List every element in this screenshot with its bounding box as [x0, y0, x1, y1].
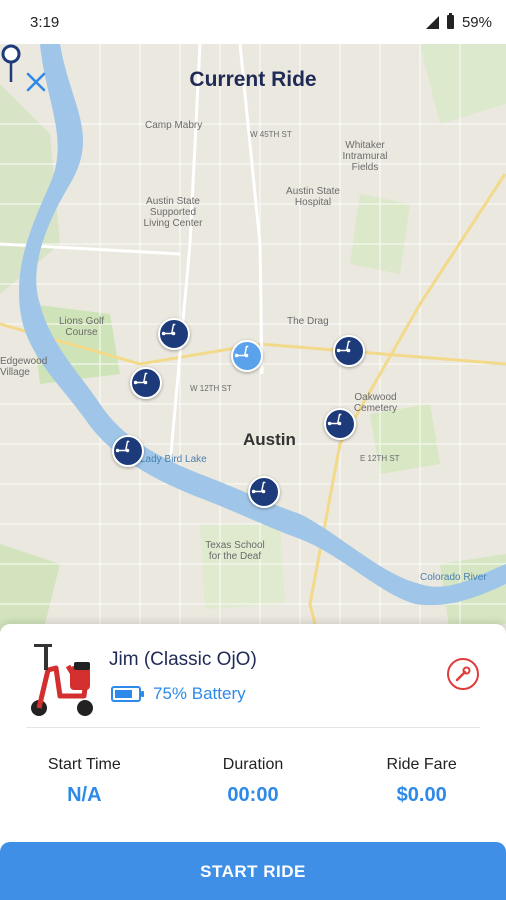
- report-issue-button[interactable]: [447, 658, 479, 690]
- map-label: W 45TH ST: [250, 130, 292, 139]
- scooter-icon: [161, 323, 176, 336]
- stat-value: $0.00: [396, 784, 447, 806]
- battery-icon: [111, 686, 144, 702]
- page-title: Current Ride: [189, 68, 317, 91]
- status-icons: 59%: [425, 13, 492, 31]
- stat-start-time: Start Time N/A: [0, 756, 169, 807]
- map-label: Lions Golf Course: [58, 316, 105, 338]
- map-label: Edgewood Village: [0, 356, 48, 378]
- scooter-marker[interactable]: [112, 435, 144, 467]
- header: Current Ride: [0, 44, 506, 120]
- map-label: Texas School for the Deaf: [205, 540, 265, 562]
- divider: [26, 727, 480, 728]
- scooter-marker-selected[interactable]: [231, 340, 263, 372]
- map-label: W 12TH ST: [190, 384, 232, 393]
- vehicle-name: Jim (Classic OjO): [109, 649, 257, 670]
- scooter-icon: [133, 372, 148, 385]
- stat-label: Ride Fare: [386, 756, 457, 773]
- scooter-icon: [336, 340, 351, 353]
- scooter-marker[interactable]: [130, 367, 162, 399]
- map-view[interactable]: Camp Mabry W 45TH ST Whitaker Intramural…: [0, 44, 506, 644]
- map-label: Lady Bird Lake: [140, 454, 207, 465]
- battery-status: 75% Battery: [111, 684, 246, 704]
- stat-label: Start Time: [47, 756, 121, 773]
- map-label: Whitaker Intramural Fields: [342, 140, 388, 173]
- scooter-icon: [115, 440, 130, 453]
- scooter-marker[interactable]: [324, 408, 356, 440]
- battery-label: 75% Battery: [153, 684, 246, 703]
- map-label: E 12TH ST: [360, 454, 400, 463]
- city-label: Austin: [243, 430, 296, 449]
- stat-duration: Duration 00:00: [169, 756, 338, 807]
- scooter-icon: [251, 481, 266, 494]
- scooter-icon: [327, 413, 342, 426]
- wrench-icon: [455, 666, 471, 682]
- scooter-icon: [234, 345, 249, 358]
- map-label: Oakwood Cemetery: [353, 392, 398, 414]
- stat-ride-fare: Ride Fare $0.00: [337, 756, 506, 807]
- scooter-image: [31, 644, 93, 716]
- phone-battery-icon: [446, 13, 454, 29]
- scooter-marker[interactable]: [248, 476, 280, 508]
- ride-stats: Start Time N/A Duration 00:00 Ride Fare …: [0, 756, 506, 807]
- status-time: 3:19: [30, 13, 60, 31]
- signal-icon: [425, 15, 439, 29]
- map-label: Colorado River: [420, 572, 487, 583]
- map-label: Austin State Supported Living Center: [143, 196, 203, 229]
- map-label: The Drag: [287, 316, 329, 327]
- scooter-marker[interactable]: [158, 318, 190, 350]
- map-label: Camp Mabry: [145, 120, 203, 131]
- start-ride-button[interactable]: START RIDE: [0, 842, 506, 900]
- phone-battery-percent: 59%: [461, 13, 492, 31]
- stat-value: 00:00: [227, 784, 279, 806]
- scooter-marker[interactable]: [333, 335, 365, 367]
- stat-value: N/A: [67, 784, 102, 806]
- map-label: Austin State Hospital: [286, 186, 340, 208]
- status-bar: 3:19 59%: [0, 0, 506, 44]
- stat-label: Duration: [222, 756, 284, 773]
